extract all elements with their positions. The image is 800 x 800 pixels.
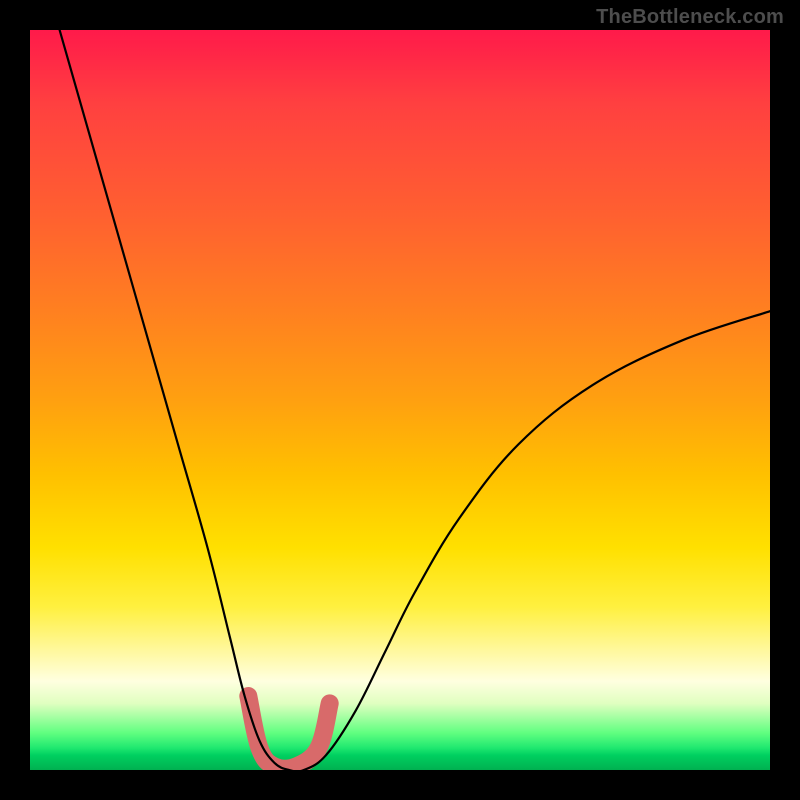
plot-area [30,30,770,770]
chart-canvas: TheBottleneck.com [0,0,800,800]
bottleneck-curve [60,30,770,770]
watermark-text: TheBottleneck.com [596,6,784,29]
valley-marker [248,696,329,769]
curve-layer [30,30,770,770]
